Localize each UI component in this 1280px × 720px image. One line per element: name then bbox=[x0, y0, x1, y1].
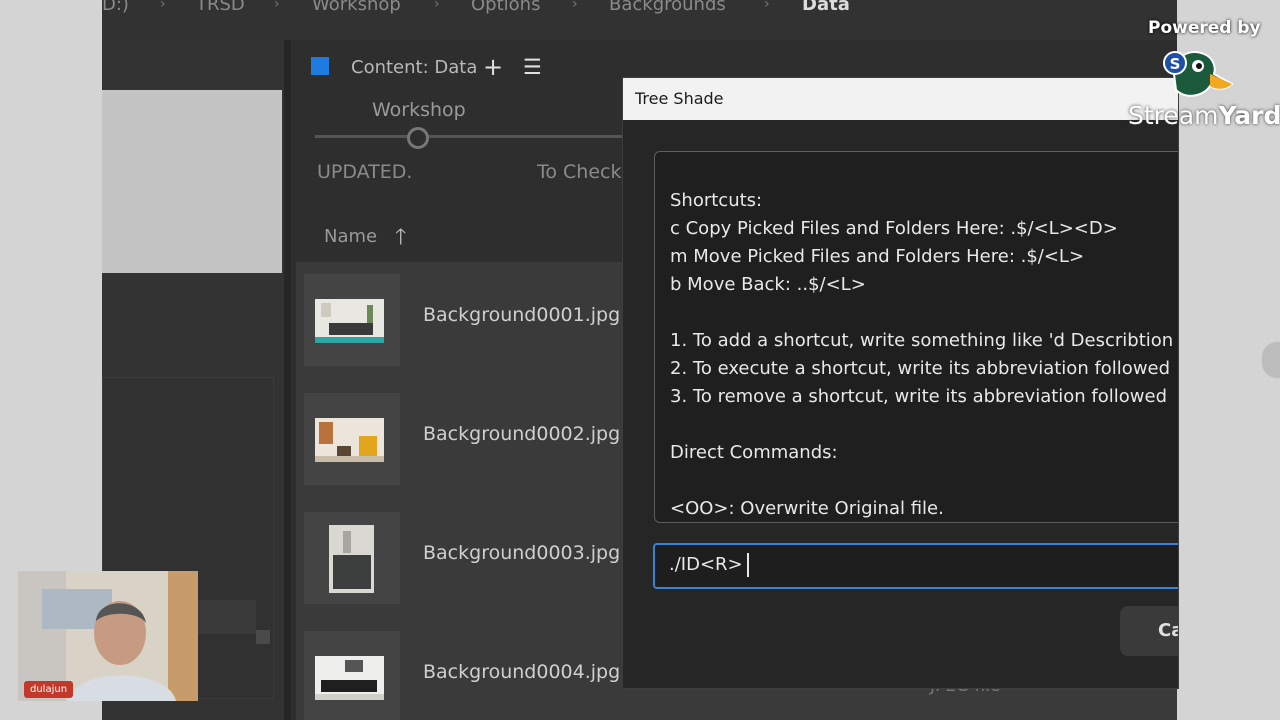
help-line: b Move Back: ..$/<L> bbox=[670, 274, 866, 295]
image-thumbnail bbox=[315, 299, 384, 343]
panel-menu-icon[interactable]: ☰ bbox=[523, 55, 542, 79]
breadcrumb-item[interactable]: D:) bbox=[102, 0, 129, 15]
breadcrumb-separator: › bbox=[764, 0, 770, 12]
breadcrumb-separator: › bbox=[572, 0, 578, 12]
dialog-title-bar[interactable]: Tree Shade bbox=[623, 78, 1178, 120]
file-name[interactable]: Background0003.jpg bbox=[423, 542, 620, 564]
breadcrumb-item[interactable]: TRSD bbox=[196, 0, 245, 15]
breadcrumb-item[interactable]: Options bbox=[471, 0, 540, 15]
presenter-name-badge: dulajun bbox=[24, 681, 74, 698]
breadcrumb-separator: › bbox=[160, 0, 166, 12]
file-name[interactable]: Background0002.jpg bbox=[423, 423, 620, 445]
file-name[interactable]: Background0004.jpg bbox=[423, 661, 620, 683]
streamyard-duck-logo: S bbox=[1163, 51, 1234, 97]
help-line: m Move Picked Files and Folders Here: .$… bbox=[670, 246, 1085, 267]
panel-divider[interactable] bbox=[284, 40, 291, 720]
brand-badge-letter: S bbox=[1170, 55, 1181, 73]
image-thumbnail bbox=[315, 418, 384, 462]
text-caret bbox=[747, 553, 749, 577]
thumbnail-cell bbox=[304, 512, 400, 604]
help-text-area[interactable]: Shortcuts: c Copy Picked Files and Folde… bbox=[654, 151, 1179, 523]
command-input[interactable]: ./ID<R> bbox=[653, 543, 1178, 589]
help-line: 1. To add a shortcut, write something li… bbox=[670, 330, 1179, 351]
breadcrumb-separator: › bbox=[434, 0, 440, 12]
help-line: c Copy Picked Files and Folders Here: .$… bbox=[670, 218, 1118, 239]
cancel-button[interactable]: Ca bbox=[1120, 606, 1178, 656]
file-name[interactable]: Background0001.jpg bbox=[423, 304, 620, 326]
image-thumbnail bbox=[315, 656, 384, 700]
breadcrumb-current[interactable]: Data bbox=[802, 0, 850, 15]
help-line: 3. To remove a shortcut, write its abbre… bbox=[670, 386, 1168, 407]
powered-by-label: Powered by bbox=[1148, 18, 1261, 38]
command-input-value: ./ID<R> bbox=[669, 554, 743, 575]
status-to-check: To Check bbox=[537, 161, 622, 183]
breadcrumb: D:) › TRSD › Workshop › Options › Backgr… bbox=[102, 0, 1177, 40]
wordmark-stream: Stream bbox=[1128, 101, 1219, 130]
breadcrumb-item[interactable]: Backgrounds bbox=[609, 0, 726, 15]
wordmark-yard: Yard bbox=[1218, 101, 1280, 130]
dialog-title: Tree Shade bbox=[635, 89, 724, 108]
thumbnail-cell bbox=[304, 631, 400, 720]
workshop-label: Workshop bbox=[372, 99, 466, 121]
add-tab-icon[interactable]: + bbox=[483, 53, 503, 81]
help-line: <OO>: Overwrite Original file. bbox=[670, 498, 944, 519]
cancel-button-label: Ca bbox=[1158, 620, 1178, 641]
image-thumbnail bbox=[329, 525, 374, 593]
thumbnail-cell bbox=[304, 393, 400, 485]
thumbnail-size-slider[interactable] bbox=[315, 135, 655, 138]
help-line: Shortcuts: bbox=[670, 190, 763, 211]
content-panel-title: Content: Data bbox=[351, 57, 478, 78]
sort-ascending-icon[interactable]: 🡑 bbox=[395, 220, 406, 258]
breadcrumb-item[interactable]: Workshop bbox=[312, 0, 401, 15]
column-header-name[interactable]: Name bbox=[324, 226, 377, 247]
help-line: Direct Commands: bbox=[670, 442, 838, 463]
status-updated: UPDATED. bbox=[317, 161, 413, 183]
panel-color-icon bbox=[311, 57, 329, 75]
side-collapse-tab[interactable] bbox=[1262, 342, 1280, 378]
thumbnail-cell bbox=[304, 274, 400, 366]
breadcrumb-separator: › bbox=[274, 0, 280, 12]
streamyard-wordmark: StreamYard bbox=[1128, 101, 1280, 130]
tree-shade-dialog: Tree Shade Shortcuts: c Copy Picked File… bbox=[622, 77, 1179, 689]
resize-handle[interactable] bbox=[256, 630, 270, 644]
slider-handle[interactable] bbox=[407, 127, 429, 149]
preview-area bbox=[102, 90, 282, 273]
help-line: 2. To execute a shortcut, write its abbr… bbox=[670, 358, 1171, 379]
